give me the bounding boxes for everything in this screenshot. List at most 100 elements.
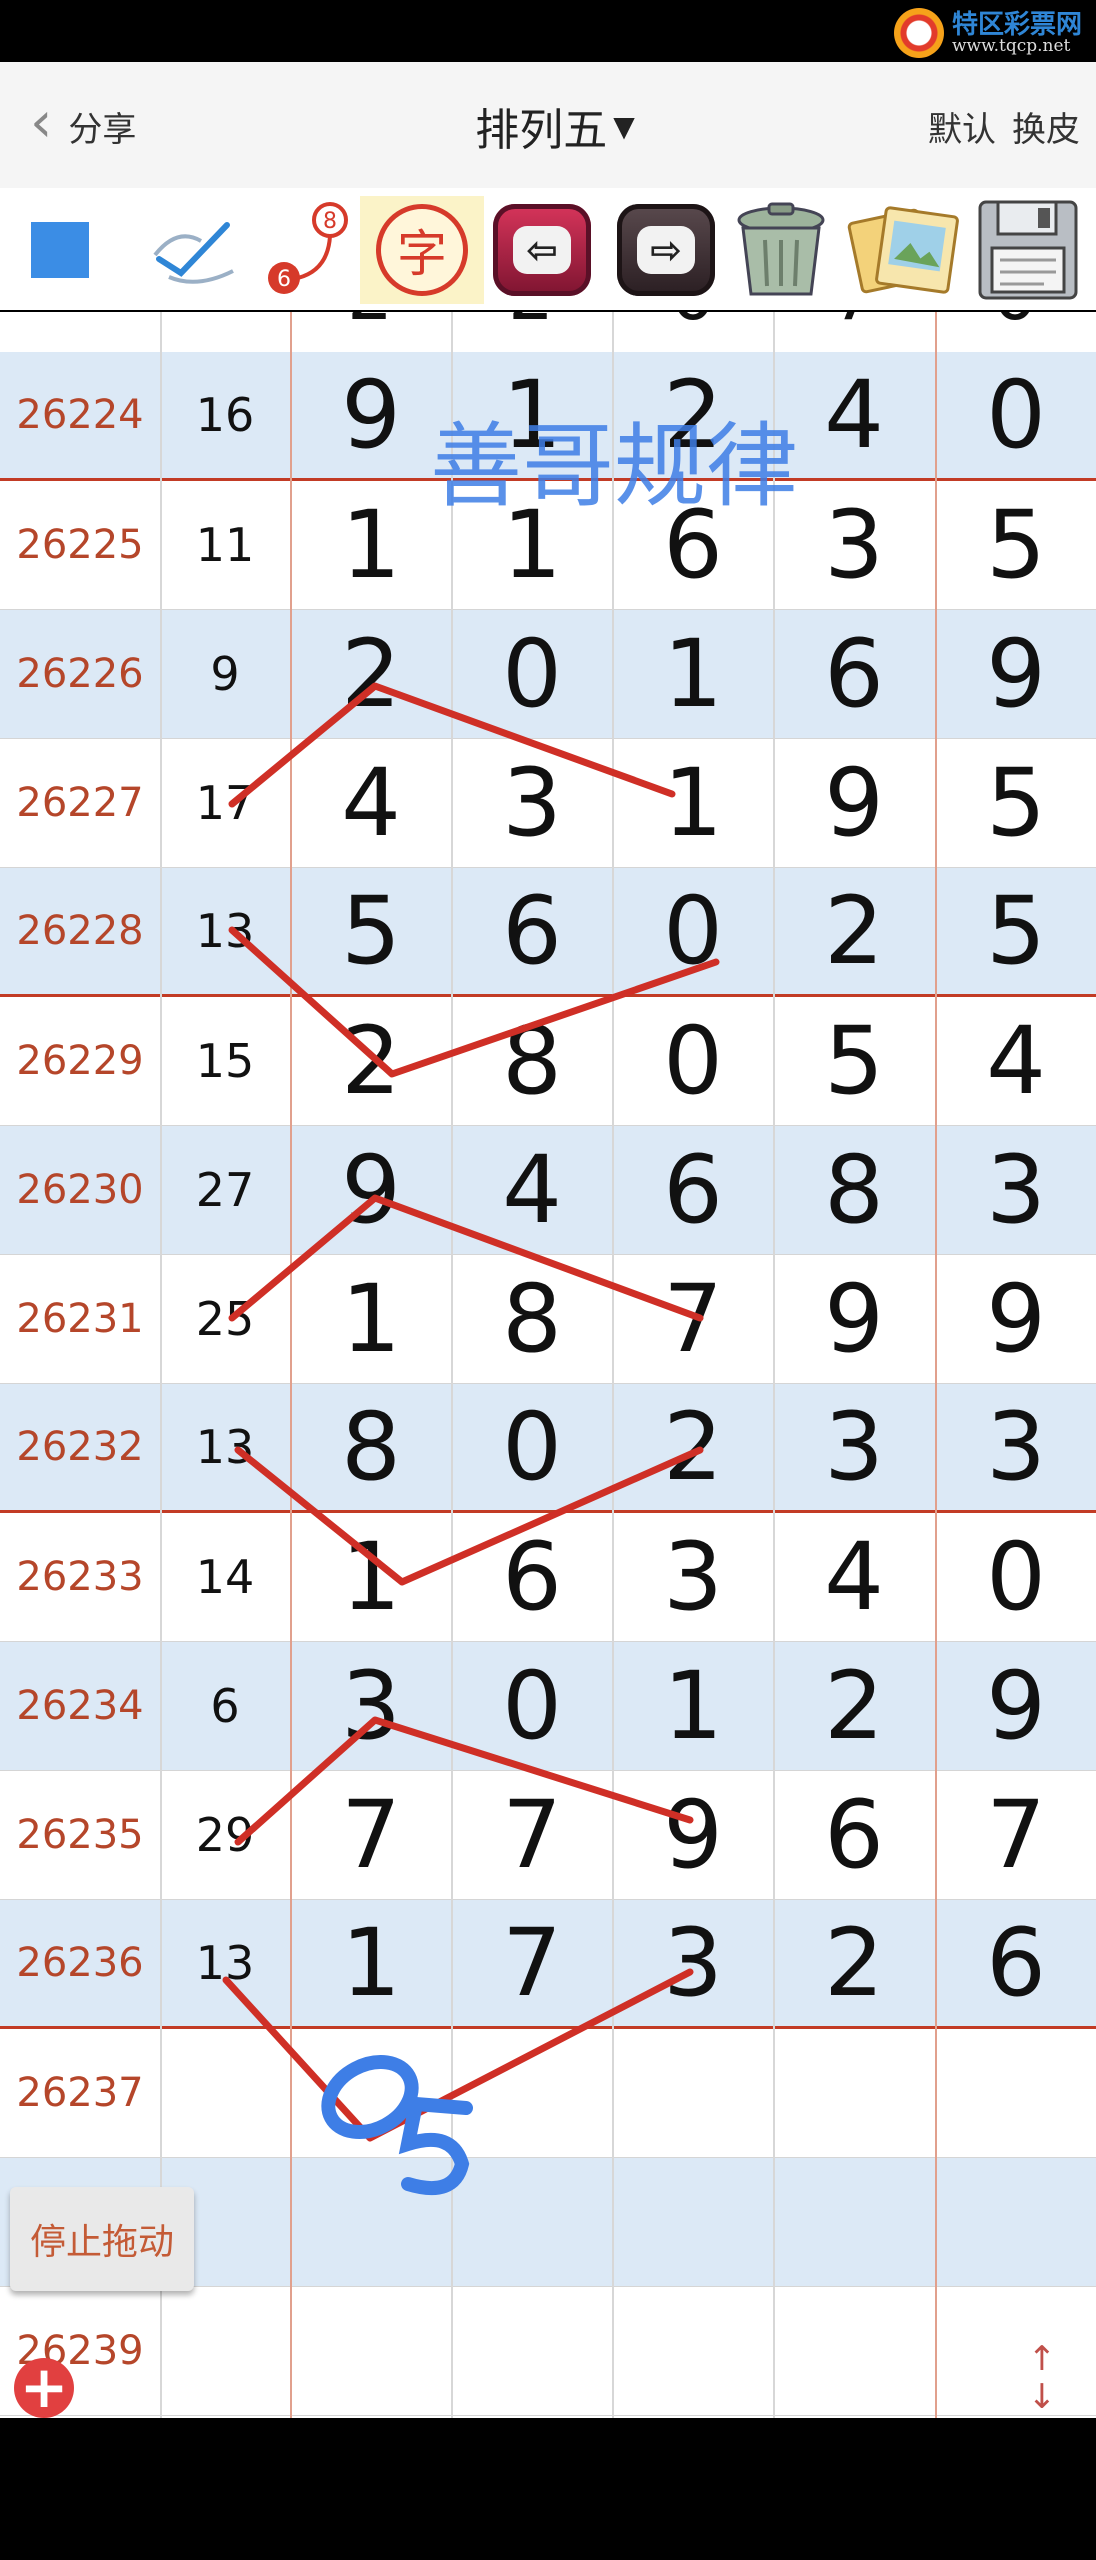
digit-cell: 3	[824, 1392, 884, 1502]
digit-cell: 6	[824, 619, 884, 729]
digit-cell: 7	[502, 1908, 562, 2018]
add-icon[interactable]: +	[14, 2358, 74, 2418]
digit-cell: 1	[341, 1908, 401, 2018]
issue-number: 26226	[16, 651, 144, 697]
digit-cell: 6	[824, 1780, 884, 1890]
sum-value	[160, 2287, 290, 2415]
partial-digit: 0	[643, 312, 743, 336]
character-icon[interactable]: 字	[360, 196, 484, 304]
digit-cell: 1	[341, 1522, 401, 1632]
arrow-down-icon: ↓	[1027, 2377, 1057, 2417]
drawing-toolbar: 8 6 字 ⇦ ⇨	[0, 188, 1096, 310]
table-row[interactable]: 26228 13 5 6 0 2 5	[0, 868, 1096, 997]
issue-number: 26233	[16, 1554, 144, 1600]
table-row[interactable]: 26229 15 2 8 0 5 4	[0, 997, 1096, 1126]
digit-cell	[451, 2287, 613, 2415]
digit-cell: 2	[824, 876, 884, 986]
digit-cell	[290, 2158, 452, 2286]
issue-number: 26227	[16, 780, 144, 826]
nav-right-links: 默认 换皮	[928, 102, 1080, 151]
digit-cell: 2	[824, 1908, 884, 2018]
caret-down-icon: ▼	[613, 109, 635, 143]
issue-number: 26234	[16, 1683, 144, 1729]
partial-digit: 2	[320, 312, 420, 336]
digit-cell: 8	[502, 1006, 562, 1116]
digit-cell: 0	[663, 876, 723, 986]
digit-cell	[773, 2158, 935, 2286]
arrow-up-icon: ↑	[1027, 2339, 1057, 2379]
character-glyph: 字	[376, 204, 468, 296]
digit-cell: 0	[663, 1006, 723, 1116]
digit-cell: 3	[341, 1651, 401, 1761]
next-icon[interactable]: ⇨	[614, 196, 718, 304]
table-row[interactable]: 26237	[0, 2029, 1096, 2158]
table-row[interactable]: 26233 14 1 6 3 4 0	[0, 1513, 1096, 1642]
table-row[interactable]: 26235 29 7 7 9 6 7	[0, 1771, 1096, 1900]
sum-value: 11	[195, 518, 255, 572]
digit-cell: 1	[663, 1651, 723, 1761]
digit-cell: 0	[502, 619, 562, 729]
digit-cell: 7	[663, 1264, 723, 1374]
steps-icon[interactable]: 8 6	[255, 196, 355, 304]
table-row[interactable]: 26234 6 3 0 1 2 9	[0, 1642, 1096, 1771]
digit-cell: 2	[663, 1392, 723, 1502]
digit-cell	[612, 2287, 774, 2415]
digit-cell	[290, 2287, 452, 2415]
lottery-type-dropdown[interactable]: 排列五 ▼	[440, 96, 670, 156]
table-row[interactable]: 26236 13 1 7 3 2 6	[0, 1900, 1096, 2029]
sum-value: 27	[195, 1163, 255, 1217]
digit-cell: 9	[824, 748, 884, 858]
results-grid[interactable]: 2 2 0 7 0 262241691240262251111635262269…	[0, 312, 1096, 2418]
digit-cell	[935, 2029, 1096, 2157]
color-square-icon[interactable]	[28, 196, 92, 304]
digit-cell: 9	[341, 360, 401, 470]
issue-number: 26232	[16, 1424, 144, 1470]
digit-cell: 6	[986, 1908, 1046, 2018]
default-link[interactable]: 默认	[928, 102, 996, 151]
change-skin-link[interactable]: 换皮	[1012, 102, 1080, 151]
sum-value: 25	[195, 1292, 255, 1346]
scroll-toggle[interactable]: ↑ ↓	[1020, 2342, 1064, 2414]
table-row[interactable]: 26239	[0, 2287, 1096, 2416]
pen-check-icon[interactable]	[140, 196, 250, 304]
digit-cell: 6	[663, 1135, 723, 1245]
site-logo-icon	[893, 8, 944, 58]
overlay-title: 善哥规律	[430, 413, 799, 520]
digit-cell: 0	[986, 1522, 1046, 1632]
digit-cell: 9	[986, 619, 1046, 729]
table-row[interactable]: 26226 9 2 0 1 6 9	[0, 610, 1096, 739]
digit-cell: 7	[341, 1780, 401, 1890]
digit-cell	[451, 2158, 613, 2286]
previous-icon[interactable]: ⇦	[490, 196, 594, 304]
digit-cell: 9	[663, 1780, 723, 1890]
digit-cell: 5	[986, 490, 1046, 600]
table-row[interactable]: 26231 25 1 8 7 9 9	[0, 1255, 1096, 1384]
digit-cell: 4	[341, 748, 401, 858]
digit-cell: 1	[663, 619, 723, 729]
digit-cell	[773, 2287, 935, 2415]
save-icon[interactable]	[970, 196, 1086, 304]
sum-value: 9	[210, 647, 240, 701]
digit-cell: 0	[502, 1651, 562, 1761]
table-row[interactable]: 26230 27 9 4 6 8 3	[0, 1126, 1096, 1255]
table-row[interactable]: 26232 13 8 0 2 3 3	[0, 1384, 1096, 1513]
steps-badge-bottom: 6	[277, 267, 291, 292]
digit-cell: 6	[502, 876, 562, 986]
digit-cell: 5	[986, 748, 1046, 858]
trash-icon[interactable]	[726, 196, 836, 304]
table-row[interactable]: 26227 17 4 3 1 9 5	[0, 739, 1096, 868]
issue-number: 26236	[16, 1940, 144, 1986]
partial-digit: 0	[965, 312, 1065, 336]
digit-cell: 7	[986, 1780, 1046, 1890]
issue-number: 26225	[16, 522, 144, 568]
issue-number: 26224	[16, 392, 144, 438]
digit-cell	[935, 2287, 1096, 2415]
photos-icon[interactable]	[842, 196, 966, 304]
back-share-button[interactable]: ‹ 分享	[30, 95, 150, 152]
digit-cell: 2	[341, 1006, 401, 1116]
stop-drag-button[interactable]: 停止拖动	[10, 2187, 194, 2291]
nav-bar: ‹ 分享 排列五 ▼ 默认 换皮	[0, 62, 1096, 189]
digit-cell	[612, 2029, 774, 2157]
partial-digit: 2	[481, 312, 581, 336]
sum-value: 13	[195, 1420, 255, 1474]
